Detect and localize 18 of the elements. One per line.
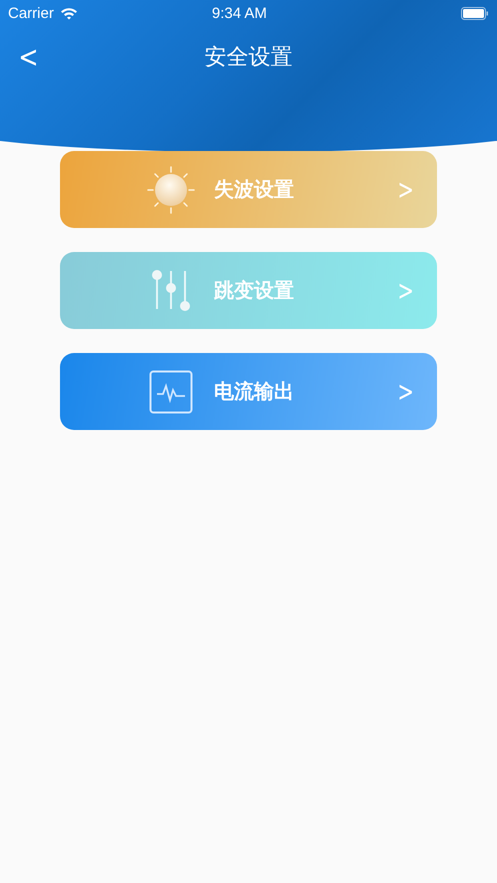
back-button[interactable]: < bbox=[6, 40, 50, 74]
card-label: 失波设置 bbox=[214, 176, 295, 203]
sliders-icon bbox=[150, 268, 192, 312]
menu-card[interactable]: 电流输出 > bbox=[60, 353, 437, 430]
sun-icon bbox=[147, 166, 195, 214]
clock-time: 9:34 AM bbox=[210, 4, 268, 22]
carrier-label: Carrier bbox=[8, 4, 54, 22]
wifi-icon bbox=[60, 6, 78, 20]
menu-card[interactable]: 跳变设置 > bbox=[60, 252, 437, 329]
page-title: 安全设置 bbox=[204, 44, 294, 72]
pulse-icon bbox=[149, 370, 193, 414]
chevron-icon: > bbox=[397, 173, 414, 206]
chevron-icon: > bbox=[397, 375, 414, 408]
chevron-icon: > bbox=[397, 274, 414, 307]
card-label: 电流输出 bbox=[214, 378, 295, 405]
battery-icon bbox=[461, 6, 489, 20]
menu-card[interactable]: 失波设置 > bbox=[60, 151, 437, 228]
card-label: 跳变设置 bbox=[214, 277, 295, 304]
